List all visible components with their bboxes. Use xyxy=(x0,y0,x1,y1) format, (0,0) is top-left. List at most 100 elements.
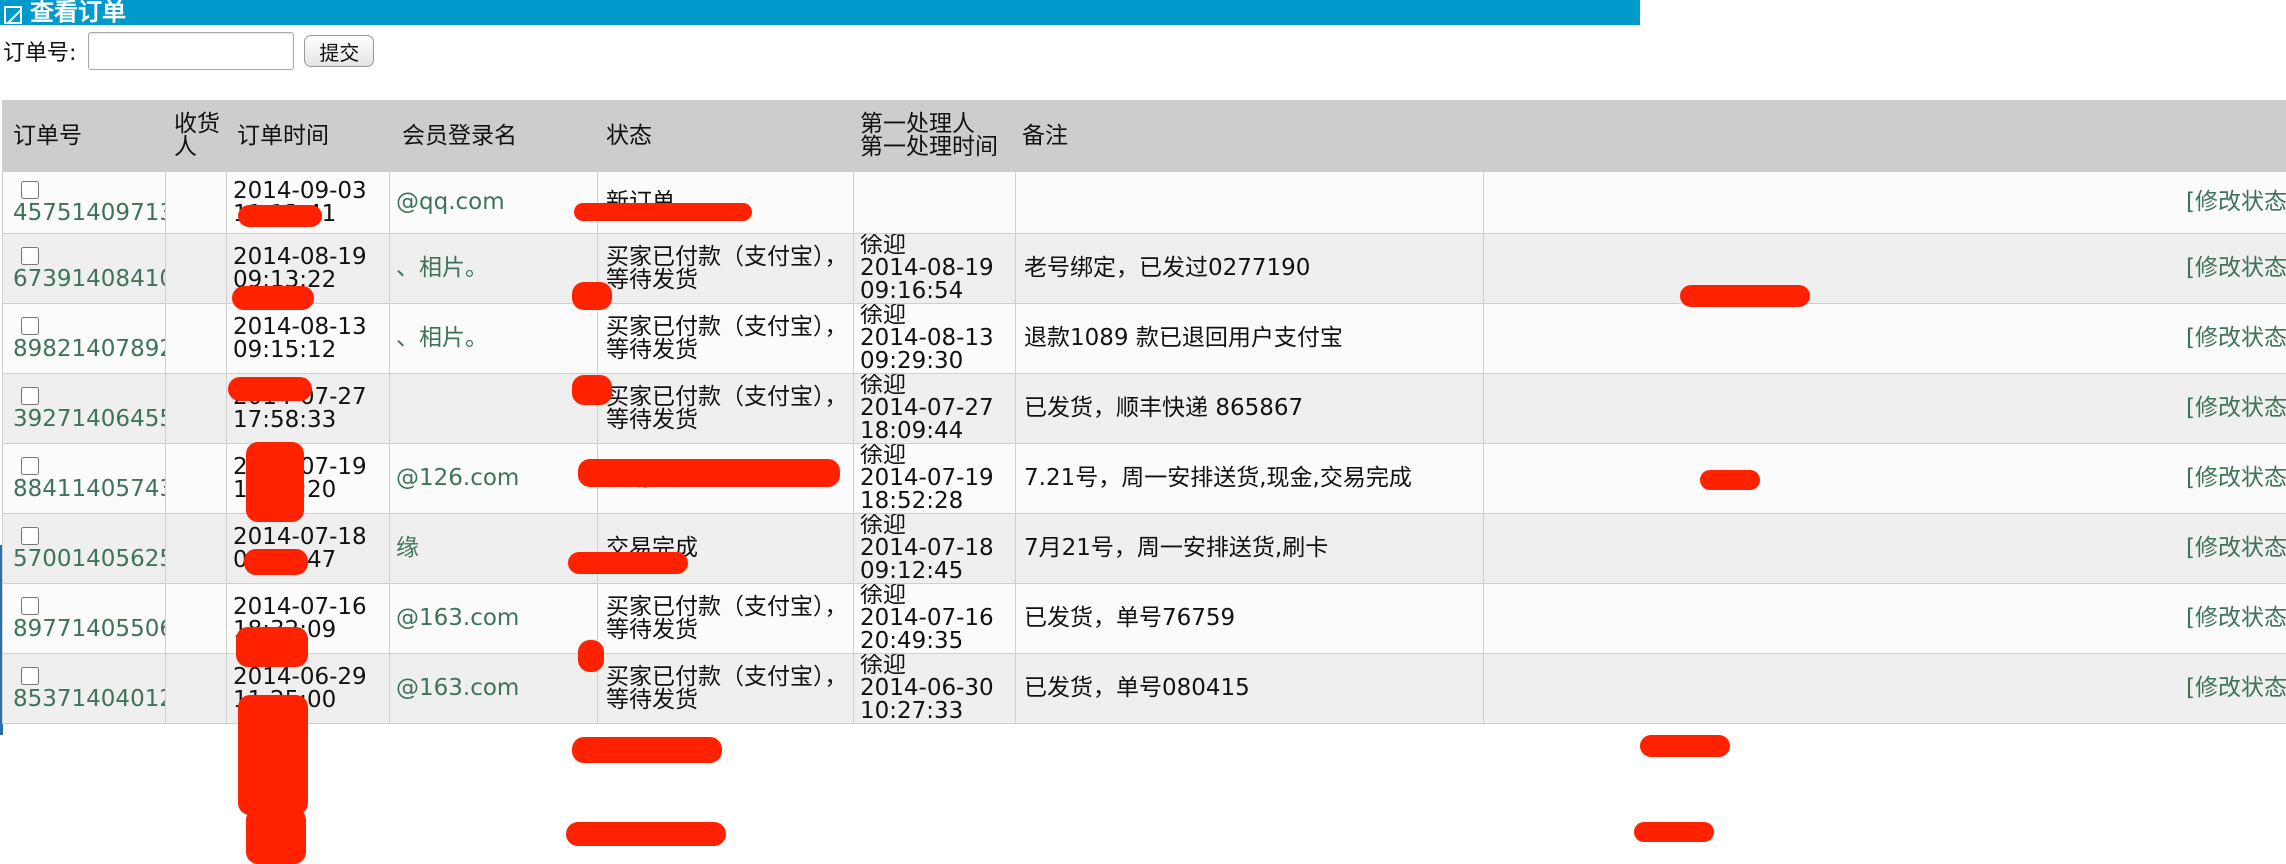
handle-date: 2014-08-13 xyxy=(860,325,994,351)
row-select-checkbox[interactable] xyxy=(21,246,39,265)
note-tail-text: 0277190 xyxy=(1208,255,1311,281)
order-no-link[interactable]: 89771405506729 xyxy=(13,616,165,642)
order-date: 2014-08-13 xyxy=(233,313,367,340)
consignee-cell xyxy=(165,233,227,304)
handler-name: 徐迎 xyxy=(860,513,906,538)
handle-date: 2014-07-27 xyxy=(860,395,994,421)
consignee-cell xyxy=(165,583,227,654)
note-cell: 已发货，顺丰快递 865867 xyxy=(1015,373,1484,444)
note-cell xyxy=(1015,171,1484,234)
order-number-input[interactable] xyxy=(88,32,295,70)
row-select-checkbox[interactable] xyxy=(21,526,39,545)
order-no-cell: 39271406455113 xyxy=(2,373,166,444)
handle-clock: 20:49:35 xyxy=(860,628,964,654)
handler-cell: 徐迎 2014-08-13 09:29:30 xyxy=(853,303,1016,374)
member-login-link[interactable]: 、相片。 xyxy=(396,325,488,351)
status-cell: 买家已付款（支付宝），等待发货 xyxy=(597,303,854,374)
redaction-scribble xyxy=(244,549,308,575)
order-no-link[interactable]: 45751409713961 xyxy=(13,200,165,226)
col-header-handler-line1: 第一处理人 xyxy=(860,111,975,137)
row-select-checkbox[interactable] xyxy=(21,316,39,335)
order-search-form: 订单号: 提交 xyxy=(0,28,375,74)
note-text: 退款1089 款已退回用户支付宝 xyxy=(1024,325,1343,351)
consignee-cell xyxy=(165,171,227,234)
redaction-scribble xyxy=(228,377,312,401)
order-date: 2014-08-19 xyxy=(233,243,367,270)
status-cell: 买家已付款（支付宝），等待发货 xyxy=(597,653,854,724)
modify-status-link[interactable]: [修改状态] xyxy=(2186,535,2286,561)
handler-cell xyxy=(853,171,1016,234)
consignee-cell xyxy=(165,443,227,514)
order-no-link[interactable]: 67391408410802 xyxy=(13,266,165,292)
handler-name: 徐迎 xyxy=(860,373,906,398)
modify-status-link[interactable]: [修改状态] xyxy=(2186,189,2286,215)
row-select-checkbox[interactable] xyxy=(21,596,39,615)
note-text: 老号绑定，已发过 xyxy=(1024,255,1208,281)
member-login-link[interactable]: @163.com xyxy=(396,675,519,701)
modify-status-link[interactable]: [修改状态] xyxy=(2186,465,2286,491)
order-no-link[interactable]: 88411405743680 xyxy=(13,476,165,502)
redaction-scribble xyxy=(578,640,604,672)
member-login-cell: @163.com xyxy=(389,653,598,724)
order-no-cell: 89771405506729 xyxy=(2,583,166,654)
submit-button[interactable]: 提交 xyxy=(304,35,375,67)
col-header-status: 状态 xyxy=(597,100,854,172)
modify-status-link[interactable]: [修改状态] xyxy=(2186,255,2286,281)
member-login-link[interactable]: 缘 xyxy=(396,535,419,561)
redaction-scribble xyxy=(572,282,612,310)
handle-date: 2014-07-16 xyxy=(860,605,994,631)
modify-status-link[interactable]: [修改状态] xyxy=(2186,395,2286,421)
col-header-order-time: 订单时间 xyxy=(226,100,390,172)
modify-status-link[interactable]: [修改状态] xyxy=(2186,675,2286,701)
consignee-cell xyxy=(165,653,227,724)
redaction-scribble xyxy=(236,627,308,667)
col-header-member-login: 会员登录名 xyxy=(389,100,598,172)
note-text: 7月21号，周一安排送货,刷卡 xyxy=(1024,535,1329,561)
order-no-cell: 45751409713961 xyxy=(2,171,166,234)
order-no-link[interactable]: 39271406455113 xyxy=(13,406,165,432)
note-text: 7.21号，周一安排送货,现金,交易完成 xyxy=(1024,465,1412,491)
handler-name: 徐迎 xyxy=(860,303,906,328)
order-no-link[interactable]: 57001405625207 xyxy=(13,546,165,572)
order-no-link[interactable]: 89821407892512 xyxy=(13,336,165,362)
action-cell: [修改状态] xyxy=(1483,233,2286,304)
redaction-scribble xyxy=(238,205,322,227)
member-login-link[interactable]: @qq.com xyxy=(396,189,505,215)
member-login-cell: @qq.com xyxy=(389,171,598,234)
order-no-link[interactable]: 85371404012300 xyxy=(13,686,165,712)
handle-clock: 18:09:44 xyxy=(860,418,964,444)
handle-clock: 18:52:28 xyxy=(860,488,964,514)
redaction-scribble xyxy=(1700,470,1760,490)
note-cell: 7.21号，周一安排送货,现金,交易完成 xyxy=(1015,443,1484,514)
note-cell: 已发货，单号080415 xyxy=(1015,653,1484,724)
redaction-scribble xyxy=(566,822,726,846)
row-select-checkbox[interactable] xyxy=(21,386,39,405)
member-login-link[interactable]: 、相片。 xyxy=(396,255,488,281)
consignee-cell xyxy=(165,373,227,444)
modify-status-link[interactable]: [修改状态] xyxy=(2186,325,2286,351)
row-select-checkbox[interactable] xyxy=(21,456,39,475)
modify-status-link[interactable]: [修改状态] xyxy=(2186,605,2286,631)
row-select-checkbox[interactable] xyxy=(21,180,39,199)
order-date: 2014-06-29 xyxy=(233,663,367,690)
order-no-cell: 57001405625207 xyxy=(2,513,166,584)
redaction-scribble xyxy=(246,808,306,864)
row-select-checkbox[interactable] xyxy=(21,666,39,685)
col-header-note: 备注 xyxy=(1015,100,1484,172)
action-cell: [修改状态] xyxy=(1483,653,2286,724)
handle-date: 2014-06-30 xyxy=(860,675,994,701)
handler-cell: 徐迎 2014-07-19 18:52:28 xyxy=(853,443,1016,514)
note-text: 已发货，单号 xyxy=(1024,605,1162,631)
handler-name: 徐迎 xyxy=(860,653,906,678)
page-title: 查看订单 xyxy=(30,0,126,25)
member-login-link[interactable]: @126.com xyxy=(396,465,519,491)
order-no-cell: 88411405743680 xyxy=(2,443,166,514)
col-header-handler-line2: 第一处理时间 xyxy=(860,134,998,160)
redaction-scribble xyxy=(1680,285,1810,307)
order-no-cell: 67391408410802 xyxy=(2,233,166,304)
note-tail-text: 080415 xyxy=(1162,675,1250,701)
member-login-link[interactable]: @163.com xyxy=(396,605,519,631)
member-login-cell xyxy=(389,373,598,444)
collapse-icon[interactable] xyxy=(4,6,22,24)
table-row: 67391408410802 2014-08-19 09:13:22 、相片。 … xyxy=(2,233,2286,304)
